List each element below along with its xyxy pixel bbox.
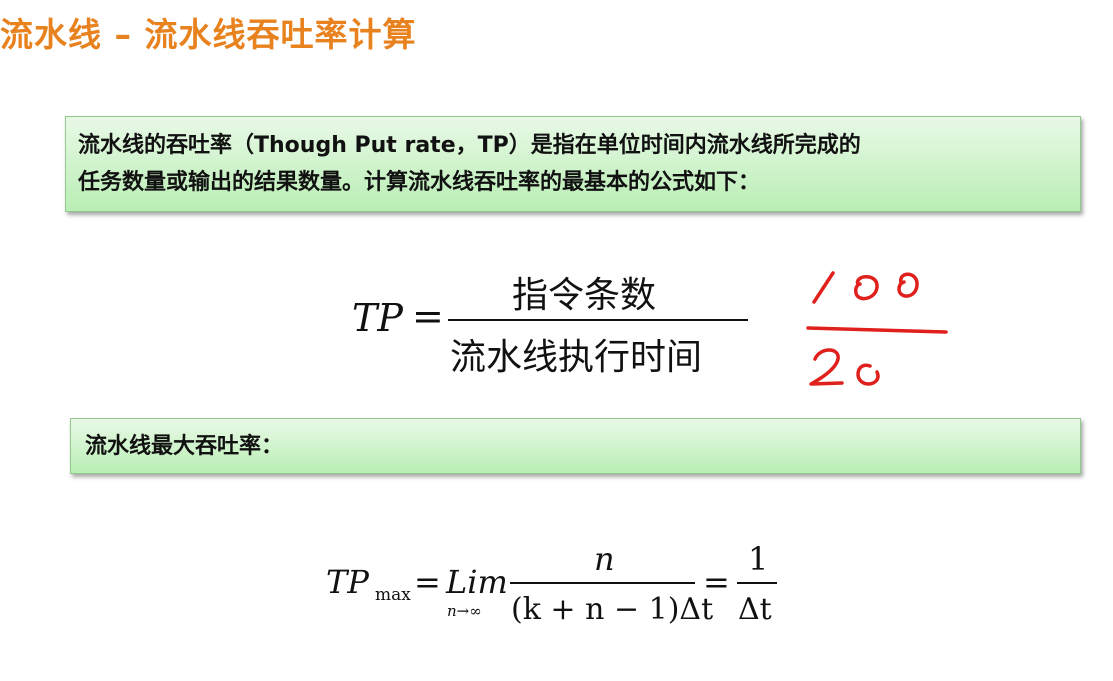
handwritten-annotation-drawing: [806, 271, 948, 386]
formula2-lhs-sub: max: [375, 585, 411, 605]
page-title: 流水线 – 流水线吞吐率计算: [0, 15, 417, 54]
definition-box: 流水线的吞吐率（Though Put rate，TP）是指在单位时间内流水线所完…: [65, 116, 1081, 212]
formula-lhs-tp: TP: [352, 296, 403, 340]
max-throughput-box: 流水线最大吞吐率：: [70, 418, 1081, 474]
formula2-equals-2: =: [703, 563, 730, 601]
formula2-frac2-denominator: Δt: [738, 592, 772, 627]
max-throughput-label: 流水线最大吞吐率：: [85, 434, 284, 459]
formula-denominator: 流水线执行时间: [450, 337, 703, 378]
formula2-frac2-bar: [737, 582, 777, 584]
formula2-frac1-denominator: (k + n − 1)Δt: [511, 592, 714, 627]
formula2-frac1-numerator: n: [594, 540, 615, 578]
definition-line-2: 任务数量或输出的结果数量。计算流水线吞吐率的最基本的公式如下：: [78, 170, 761, 195]
formula2-lim: Lim: [446, 563, 508, 601]
formula2-frac1-bar: [510, 582, 695, 584]
formula-numerator: 指令条数: [512, 275, 657, 316]
formula2-equals-1: =: [414, 563, 441, 601]
formula2-lhs-tp: TP: [326, 563, 369, 601]
formula2-frac2-numerator: 1: [748, 540, 769, 578]
formula-equals: =: [412, 294, 444, 338]
definition-line-1: 流水线的吞吐率（Though Put rate，TP）是指在单位时间内流水线所完…: [78, 133, 861, 158]
formula2-lim-sub: n→∞: [447, 602, 482, 620]
formula-fraction-bar: [448, 319, 748, 321]
